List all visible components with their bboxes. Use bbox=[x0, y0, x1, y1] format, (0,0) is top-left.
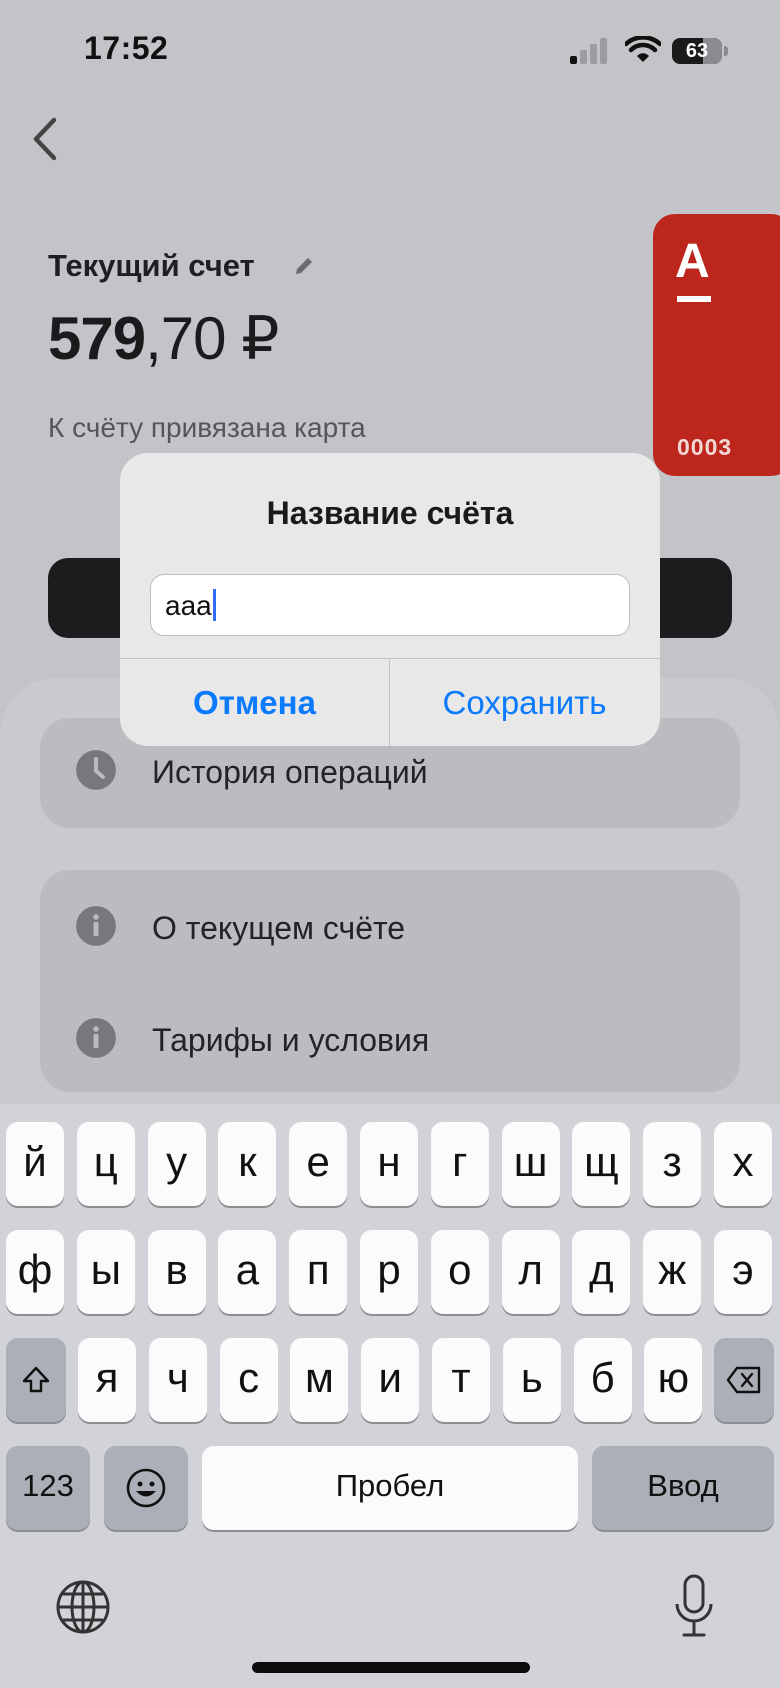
key-й[interactable]: й bbox=[6, 1122, 64, 1206]
key-э[interactable]: э bbox=[714, 1230, 772, 1314]
key-ь[interactable]: ь bbox=[502, 1338, 561, 1422]
microphone-icon[interactable] bbox=[672, 1574, 716, 1640]
card-last-digits: 0003 bbox=[677, 434, 733, 460]
key-с[interactable]: с bbox=[219, 1338, 278, 1422]
cancel-button[interactable]: Отмена bbox=[120, 659, 389, 746]
emoji-key[interactable] bbox=[104, 1446, 188, 1530]
key-х[interactable]: х bbox=[714, 1122, 772, 1206]
key-р[interactable]: р bbox=[360, 1230, 418, 1314]
key-г[interactable]: г bbox=[430, 1122, 489, 1206]
space-key[interactable]: Пробел bbox=[202, 1446, 578, 1530]
emoji-icon bbox=[126, 1468, 166, 1508]
account-name-input[interactable]: aaa bbox=[150, 574, 630, 636]
shift-icon bbox=[22, 1366, 50, 1393]
numbers-key[interactable]: 123 bbox=[6, 1446, 90, 1530]
menu-item-label: История операций bbox=[152, 754, 428, 790]
key-п[interactable]: п bbox=[289, 1230, 348, 1314]
key-ю[interactable]: ю bbox=[644, 1338, 703, 1422]
text-caret bbox=[212, 589, 216, 621]
account-balance: 579,70 ₽ bbox=[48, 305, 279, 372]
key-т[interactable]: т bbox=[432, 1338, 490, 1422]
backspace-key[interactable] bbox=[714, 1338, 774, 1422]
key-ж[interactable]: ж bbox=[643, 1230, 702, 1314]
key-ч[interactable]: ч bbox=[148, 1338, 207, 1422]
bank-logo-underline bbox=[677, 296, 711, 302]
key-е[interactable]: е bbox=[289, 1122, 348, 1206]
edit-pencil-icon[interactable] bbox=[292, 254, 316, 278]
menu-group-info: О текущем счёте Тарифы и условия bbox=[40, 870, 740, 1092]
globe-icon[interactable] bbox=[54, 1578, 112, 1636]
menu-item-tariffs[interactable]: Тарифы и условия bbox=[40, 988, 740, 1088]
key-щ[interactable]: щ bbox=[572, 1122, 631, 1206]
key-ы[interactable]: ы bbox=[76, 1230, 135, 1314]
battery-level: 63 bbox=[685, 40, 709, 62]
save-button[interactable]: Сохранить bbox=[390, 659, 659, 746]
bank-card[interactable]: А 0003 bbox=[653, 214, 780, 476]
back-arrow-icon[interactable] bbox=[22, 112, 72, 166]
home-indicator bbox=[252, 1662, 530, 1673]
status-time: 17:52 bbox=[84, 30, 169, 66]
linked-card-text: К счёту привязана карта bbox=[48, 412, 366, 443]
menu-item-label: Тарифы и условия bbox=[152, 1022, 430, 1058]
enter-key[interactable]: Ввод bbox=[592, 1446, 774, 1530]
menu-item-about[interactable]: О текущем счёте bbox=[40, 876, 740, 976]
key-ф[interactable]: ф bbox=[6, 1230, 64, 1314]
cellular-signal-icon bbox=[570, 38, 607, 64]
key-а[interactable]: а bbox=[218, 1230, 277, 1314]
info-icon bbox=[76, 906, 116, 946]
key-д[interactable]: д bbox=[572, 1230, 631, 1314]
key-л[interactable]: л bbox=[501, 1230, 560, 1314]
key-ц[interactable]: ц bbox=[76, 1122, 135, 1206]
shift-key[interactable] bbox=[6, 1338, 66, 1422]
key-м[interactable]: м bbox=[290, 1338, 349, 1422]
clock-icon bbox=[76, 750, 116, 790]
info-icon bbox=[76, 1018, 116, 1058]
key-у[interactable]: у bbox=[147, 1122, 206, 1206]
backspace-icon bbox=[726, 1366, 761, 1394]
rename-account-dialog: Название счёта aaa Отмена Сохранить bbox=[120, 453, 660, 746]
key-о[interactable]: о bbox=[430, 1230, 489, 1314]
key-и[interactable]: и bbox=[361, 1338, 420, 1422]
key-ш[interactable]: ш bbox=[501, 1122, 560, 1206]
key-б[interactable]: б bbox=[573, 1338, 632, 1422]
battery-indicator: 63 bbox=[672, 38, 728, 64]
key-н[interactable]: н bbox=[360, 1122, 418, 1206]
input-value: aaa bbox=[165, 590, 212, 621]
account-title[interactable]: Текущий счет bbox=[48, 248, 255, 284]
key-з[interactable]: з bbox=[643, 1122, 702, 1206]
bank-logo: А bbox=[675, 235, 710, 288]
wifi-icon bbox=[625, 36, 661, 62]
key-к[interactable]: к bbox=[218, 1122, 277, 1206]
key-я[interactable]: я bbox=[78, 1338, 136, 1422]
dialog-title: Название счёта bbox=[266, 495, 514, 531]
key-в[interactable]: в bbox=[147, 1230, 206, 1314]
menu-item-label: О текущем счёте bbox=[152, 910, 406, 946]
